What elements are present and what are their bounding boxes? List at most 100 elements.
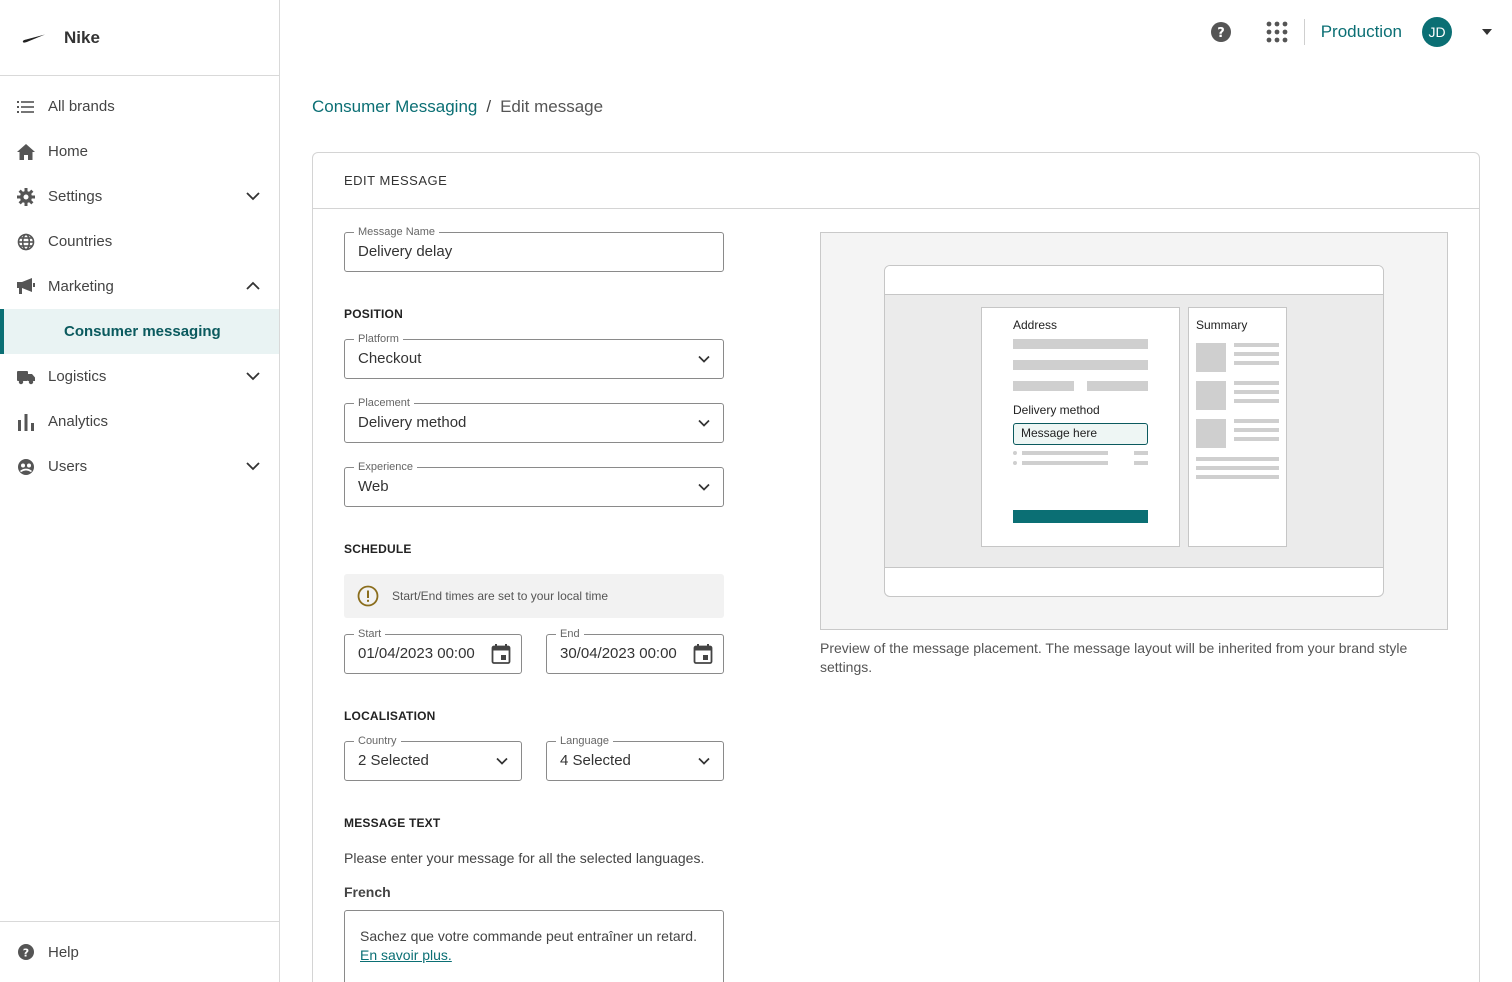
timezone-notice: Start/End times are set to your local ti…: [344, 574, 724, 618]
mock-message-slot: Message here: [1013, 423, 1148, 445]
sidebar-item-home[interactable]: Home: [0, 129, 279, 174]
field-label: Platform: [354, 332, 403, 346]
mock-address-title: Address: [1013, 318, 1058, 332]
topbar: ? Production JD: [1210, 14, 1492, 50]
mock-delivery-title: Delivery method: [1013, 403, 1100, 417]
mock-header: [885, 266, 1383, 295]
mock-dot: [1013, 461, 1017, 465]
sidebar-item-countries[interactable]: Countries: [0, 219, 279, 264]
mock-line: [1196, 466, 1279, 470]
mock-line: [1087, 381, 1148, 391]
warning-icon: [357, 585, 379, 607]
field-label: Language: [556, 734, 613, 748]
breadcrumb: Consumer Messaging / Edit message: [312, 97, 603, 117]
sidebar-item-label: Analytics: [48, 413, 109, 430]
mock-thumb: [1196, 343, 1226, 372]
field-value: 30/04/2023 00:00: [560, 645, 677, 662]
sidebar-item-logistics[interactable]: Logistics: [0, 354, 279, 399]
mock-line: [1134, 461, 1148, 465]
french-message-textarea[interactable]: Sachez que votre commande peut entraîner…: [344, 910, 724, 982]
platform-select[interactable]: Platform Checkout: [344, 332, 724, 379]
placement-select[interactable]: Placement Delivery method: [344, 396, 724, 443]
mock-line: [1234, 419, 1279, 423]
field-value: Delivery delay: [358, 243, 453, 260]
mock-line: [1013, 339, 1148, 349]
field-label: End: [556, 627, 584, 641]
svg-text:?: ?: [23, 946, 29, 959]
mock-button: [1013, 510, 1148, 523]
chevron-down-icon: [698, 483, 710, 491]
sidebar: Nike All brands Home Settings Countries …: [0, 0, 280, 982]
apps-grid-icon[interactable]: [1266, 21, 1288, 43]
chevron-down-icon[interactable]: [245, 368, 261, 384]
sidebar-item-label: Marketing: [48, 278, 114, 295]
calendar-icon[interactable]: [692, 643, 714, 665]
mock-thumb: [1196, 419, 1226, 448]
chevron-down-icon: [496, 757, 508, 765]
breadcrumb-parent-link[interactable]: Consumer Messaging: [312, 97, 477, 117]
chevron-up-icon[interactable]: [245, 278, 261, 294]
mock-summary-title: Summary: [1196, 318, 1248, 332]
brand-header[interactable]: Nike: [0, 0, 279, 76]
mock-line: [1234, 428, 1279, 432]
chevron-down-icon[interactable]: [245, 188, 261, 204]
edit-message-card: EDIT MESSAGE Message Name Delivery delay…: [312, 152, 1480, 982]
sidebar-item-label: Countries: [48, 233, 113, 250]
mock-line: [1013, 381, 1074, 391]
avatar[interactable]: JD: [1422, 17, 1452, 47]
end-date-field[interactable]: End 30/04/2023 00:00: [546, 627, 724, 674]
mock-line: [1022, 461, 1108, 465]
environment-switcher[interactable]: Production: [1321, 22, 1402, 42]
learn-more-link[interactable]: En savoir plus.: [360, 947, 452, 963]
message-name-field[interactable]: Message Name Delivery delay: [344, 225, 724, 272]
mock-line: [1234, 361, 1279, 365]
nike-swoosh-logo: [22, 34, 45, 43]
list-icon: [17, 98, 35, 116]
sidebar-item-all-brands[interactable]: All brands: [0, 84, 279, 129]
mock-line: [1196, 475, 1279, 479]
chevron-down-icon: [698, 757, 710, 765]
gear-icon: [17, 187, 35, 206]
field-value: 2 Selected: [358, 752, 429, 769]
sidebar-item-consumer-messaging[interactable]: Consumer messaging: [0, 309, 279, 354]
breadcrumb-separator: /: [486, 97, 492, 116]
sidebar-item-label: Logistics: [48, 368, 107, 385]
chevron-down-icon: [698, 419, 710, 427]
sidebar-item-marketing[interactable]: Marketing: [0, 264, 279, 309]
country-select[interactable]: Country 2 Selected: [344, 734, 522, 781]
message-text-section-title: MESSAGE TEXT: [344, 816, 441, 830]
bar-chart-icon: [17, 413, 35, 431]
language-select[interactable]: Language 4 Selected: [546, 734, 724, 781]
french-message-text: Sachez que votre commande peut entraîner…: [360, 928, 697, 944]
sidebar-item-label: Consumer messaging: [64, 323, 221, 340]
experience-select[interactable]: Experience Web: [344, 460, 724, 507]
sidebar-help[interactable]: ? Help: [0, 921, 279, 982]
mock-line: [1234, 437, 1279, 441]
localisation-section-title: LOCALISATION: [344, 709, 436, 723]
mock-address-panel: Address Delivery method Message here: [981, 307, 1180, 547]
sidebar-item-settings[interactable]: Settings: [0, 174, 279, 219]
mock-body: Address Delivery method Message here Sum…: [885, 295, 1383, 568]
help-icon: ?: [17, 943, 35, 961]
calendar-icon[interactable]: [490, 643, 512, 665]
french-label: French: [344, 884, 391, 900]
mock-line: [1234, 399, 1279, 403]
mock-line: [1134, 451, 1148, 455]
mock-line: [1022, 451, 1108, 455]
sidebar-item-users[interactable]: Users: [0, 444, 279, 489]
field-value: Web: [358, 478, 389, 495]
topbar-divider: [1303, 19, 1305, 45]
chevron-down-icon[interactable]: [245, 458, 261, 474]
field-label: Experience: [354, 460, 418, 474]
help-icon[interactable]: ?: [1210, 21, 1232, 43]
mock-line: [1196, 457, 1279, 461]
field-value: Delivery method: [358, 414, 467, 431]
home-icon: [17, 143, 35, 161]
caret-down-icon[interactable]: [1482, 29, 1492, 35]
brand-name: Nike: [64, 27, 100, 47]
start-date-field[interactable]: Start 01/04/2023 00:00: [344, 627, 522, 674]
sidebar-item-analytics[interactable]: Analytics: [0, 399, 279, 444]
mock-line: [1234, 352, 1279, 356]
help-label: Help: [48, 943, 79, 961]
preview-mock-window: Address Delivery method Message here Sum…: [884, 265, 1384, 597]
